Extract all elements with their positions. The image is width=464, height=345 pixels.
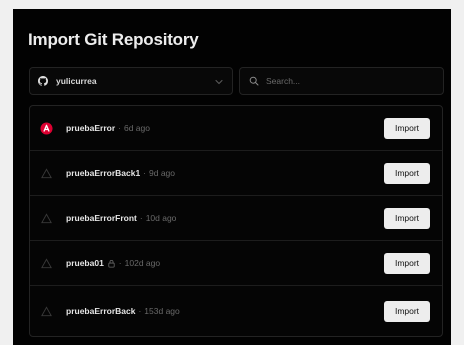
page-title: Import Git Repository: [28, 30, 199, 49]
import-button[interactable]: Import: [384, 252, 430, 274]
lock-icon: [107, 259, 116, 268]
repo-age: 9d ago: [149, 168, 176, 178]
github-icon: [38, 76, 48, 86]
separator: ·: [138, 306, 142, 316]
search-icon: [249, 76, 259, 86]
repository-list: pruebaError · 6d ago Import pruebaErrorB…: [29, 105, 443, 337]
import-git-repository-card: Import Git Repository yulicurrea Search.…: [13, 9, 451, 345]
repo-row: pruebaErrorBack · 153d ago Import: [30, 286, 442, 336]
repo-name: prueba01: [66, 258, 104, 268]
repo-info: pruebaErrorBack · 153d ago: [66, 306, 180, 316]
repo-row: pruebaErrorBack1 · 9d ago Import: [30, 151, 442, 196]
repo-name: pruebaError: [66, 123, 116, 133]
repo-name: pruebaErrorBack: [66, 306, 136, 316]
account-name: yulicurrea: [56, 76, 97, 86]
repo-row: pruebaErrorFront · 10d ago Import: [30, 196, 442, 241]
chevron-down-icon: [214, 77, 224, 87]
vercel-icon: [40, 212, 53, 225]
vercel-icon: [40, 167, 53, 180]
repo-info: pruebaErrorBack1 · 9d ago: [66, 168, 175, 178]
repo-age: 6d ago: [123, 123, 150, 133]
vercel-icon: [40, 257, 53, 270]
repo-row: pruebaError · 6d ago Import: [30, 106, 442, 151]
repo-info: pruebaErrorFront · 10d ago: [66, 213, 176, 223]
search-box: [239, 67, 444, 95]
import-button[interactable]: Import: [384, 117, 430, 139]
repo-age: 10d ago: [145, 213, 177, 223]
repo-row: prueba01 · 102d ago Import: [30, 241, 442, 286]
import-button[interactable]: Import: [384, 300, 430, 322]
separator: ·: [143, 168, 147, 178]
angular-icon: [40, 121, 53, 135]
repo-info: prueba01 · 102d ago: [66, 258, 160, 268]
separator: ·: [139, 213, 143, 223]
import-button[interactable]: Import: [384, 207, 430, 229]
import-button[interactable]: Import: [384, 162, 430, 184]
account-select[interactable]: yulicurrea: [29, 67, 233, 95]
repo-name: pruebaErrorFront: [66, 213, 137, 223]
vercel-icon: [40, 305, 53, 318]
search-input[interactable]: [266, 76, 436, 86]
repo-age: 102d ago: [124, 258, 161, 268]
repo-info: pruebaError · 6d ago: [66, 123, 150, 133]
repo-name: pruebaErrorBack1: [66, 168, 141, 178]
separator: ·: [118, 123, 121, 133]
separator: ·: [118, 258, 122, 268]
repo-age: 153d ago: [144, 306, 180, 316]
